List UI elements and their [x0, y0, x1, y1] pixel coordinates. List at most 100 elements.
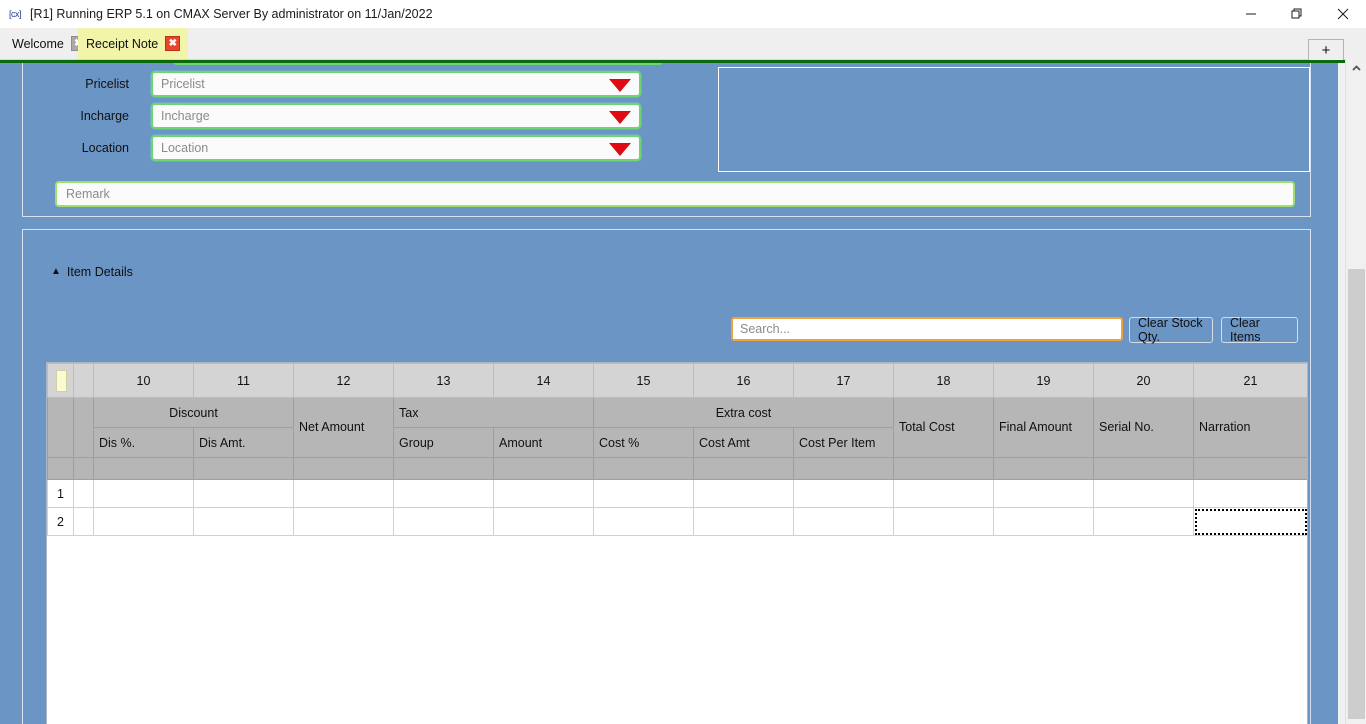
- location-placeholder: Location: [161, 141, 209, 155]
- clear-items-button[interactable]: Clear Items: [1221, 316, 1298, 344]
- grid-colnum-21[interactable]: 21: [1193, 363, 1307, 398]
- cell-cost-per-item[interactable]: [793, 479, 894, 508]
- grid-colnum-14[interactable]: 14: [493, 363, 594, 398]
- workspace: Pricelist Pricelist Incharge Incharge Lo…: [0, 63, 1338, 724]
- grid-colnum-10[interactable]: 10: [93, 363, 194, 398]
- restore-icon[interactable]: [1274, 0, 1320, 28]
- cell-total-cost[interactable]: [893, 479, 994, 508]
- header-form-panel: Pricelist Pricelist Incharge Incharge Lo…: [22, 63, 1311, 217]
- cell-final-amount[interactable]: [993, 507, 1094, 536]
- grid-colnum-15[interactable]: 15: [593, 363, 694, 398]
- grid-colnum-12[interactable]: 12: [293, 363, 394, 398]
- cell-cost-amt[interactable]: [693, 479, 794, 508]
- remark-input[interactable]: Remark: [55, 181, 1295, 207]
- tab-receipt-note[interactable]: Receipt Note ✖: [78, 28, 189, 59]
- remark-placeholder: Remark: [66, 187, 110, 201]
- grid-filter-cell[interactable]: [993, 457, 1094, 480]
- item-details-title: Item Details: [66, 265, 133, 279]
- table-row[interactable]: 1: [47, 479, 1307, 508]
- collapse-triangle-icon[interactable]: ▲: [51, 267, 61, 277]
- grid-colnum-18[interactable]: 18: [893, 363, 994, 398]
- item-details-panel: ▲ Item Details Search... Clear Stock Qty…: [22, 229, 1311, 724]
- row-number[interactable]: 2: [47, 507, 74, 536]
- cell-dis-amt[interactable]: [193, 507, 294, 536]
- chevron-down-icon[interactable]: [609, 143, 631, 156]
- grid-filter-cell[interactable]: [1093, 457, 1194, 480]
- window-title-bar: [cx] [R1] Running ERP 5.1 on CMAX Server…: [0, 0, 1366, 28]
- grid-filter-row[interactable]: [47, 457, 1307, 480]
- cell-tax-amount[interactable]: [493, 479, 594, 508]
- window-title: [R1] Running ERP 5.1 on CMAX Server By a…: [30, 7, 433, 21]
- workspace-right-edge: [1338, 63, 1345, 724]
- grid-group-extra-cost: Extra cost: [593, 397, 894, 428]
- grid-colnum-16[interactable]: 16: [693, 363, 794, 398]
- field-above-pricelist-partial[interactable]: [173, 63, 663, 65]
- cell-tax-amount[interactable]: [493, 507, 594, 536]
- grid-select-all-corner[interactable]: [47, 363, 74, 398]
- grid-filter-cell[interactable]: [793, 457, 894, 480]
- cell-cost-per-item[interactable]: [793, 507, 894, 536]
- cell-serial-no[interactable]: [1093, 507, 1194, 536]
- grid-colnum-19[interactable]: 19: [993, 363, 1094, 398]
- row-number[interactable]: 1: [47, 479, 74, 508]
- cell-final-amount[interactable]: [993, 479, 1094, 508]
- location-select[interactable]: Location: [151, 135, 641, 161]
- grid-group-discount: Discount: [93, 397, 294, 428]
- location-label: Location: [81, 141, 129, 155]
- grid-filter-cell[interactable]: [1193, 457, 1307, 480]
- grid-filter-cell[interactable]: [593, 457, 694, 480]
- item-details-grid[interactable]: 10 11 12 13 14 15 16 17 18 19 20 21 Disc…: [46, 362, 1308, 724]
- grid-filter-cell[interactable]: [693, 457, 794, 480]
- row-indicator-cell[interactable]: [73, 507, 94, 536]
- cell-total-cost[interactable]: [893, 507, 994, 536]
- scroll-up-arrow-icon[interactable]: [1346, 59, 1366, 77]
- pricelist-placeholder: Pricelist: [161, 77, 205, 91]
- cell-cost-pct[interactable]: [593, 507, 694, 536]
- item-details-header[interactable]: ▲ Item Details: [51, 265, 133, 279]
- cell-dis-pct[interactable]: [93, 507, 194, 536]
- cell-net-amount[interactable]: [293, 507, 394, 536]
- grid-filter-cell[interactable]: [293, 457, 394, 480]
- chevron-down-icon[interactable]: [609, 111, 631, 124]
- pricelist-select[interactable]: Pricelist: [151, 71, 641, 97]
- cell-cost-pct[interactable]: [593, 479, 694, 508]
- grid-table: 10 11 12 13 14 15 16 17 18 19 20 21 Disc…: [47, 363, 1307, 536]
- row-indicator-cell[interactable]: [73, 479, 94, 508]
- grid-filter-cell[interactable]: [493, 457, 594, 480]
- cell-tax-group[interactable]: [393, 507, 494, 536]
- cell-dis-pct[interactable]: [93, 479, 194, 508]
- search-input[interactable]: Search...: [731, 317, 1123, 341]
- grid-colnum-20[interactable]: 20: [1093, 363, 1194, 398]
- cell-narration[interactable]: [1193, 479, 1307, 508]
- cell-cost-amt[interactable]: [693, 507, 794, 536]
- grid-colnum-11[interactable]: 11: [193, 363, 294, 398]
- incharge-select[interactable]: Incharge: [151, 103, 641, 129]
- grid-header-dis-pct: Dis %.: [93, 427, 194, 458]
- close-icon[interactable]: [1320, 0, 1366, 28]
- grid-filter-cell[interactable]: [393, 457, 494, 480]
- cell-tax-group[interactable]: [393, 479, 494, 508]
- scrollbar-thumb[interactable]: [1348, 269, 1365, 719]
- grid-filter-spacer: [73, 457, 94, 480]
- cell-narration-selected[interactable]: [1193, 507, 1307, 536]
- grid-group-tax: Tax: [393, 397, 594, 428]
- grid-filter-cell[interactable]: [93, 457, 194, 480]
- clear-stock-qty-button[interactable]: Clear Stock Qty.: [1129, 316, 1213, 344]
- grid-filter-cell[interactable]: [893, 457, 994, 480]
- cell-dis-amt[interactable]: [193, 479, 294, 508]
- incharge-label: Incharge: [80, 109, 129, 123]
- grid-corner-blank: [47, 397, 74, 458]
- grid-colnum-17[interactable]: 17: [793, 363, 894, 398]
- select-all-box[interactable]: [56, 370, 67, 392]
- grid-column-number-row: 10 11 12 13 14 15 16 17 18 19 20 21: [47, 363, 1307, 398]
- grid-filter-cell[interactable]: [193, 457, 294, 480]
- cell-serial-no[interactable]: [1093, 479, 1194, 508]
- chevron-down-icon[interactable]: [609, 79, 631, 92]
- table-row[interactable]: 2: [47, 507, 1307, 536]
- new-tab-button[interactable]: +: [1308, 39, 1344, 61]
- minimize-icon[interactable]: [1228, 0, 1274, 28]
- vertical-scrollbar[interactable]: [1345, 59, 1366, 724]
- cell-net-amount[interactable]: [293, 479, 394, 508]
- grid-colnum-13[interactable]: 13: [393, 363, 494, 398]
- tab-receipt-note-close-icon[interactable]: ✖: [165, 36, 181, 51]
